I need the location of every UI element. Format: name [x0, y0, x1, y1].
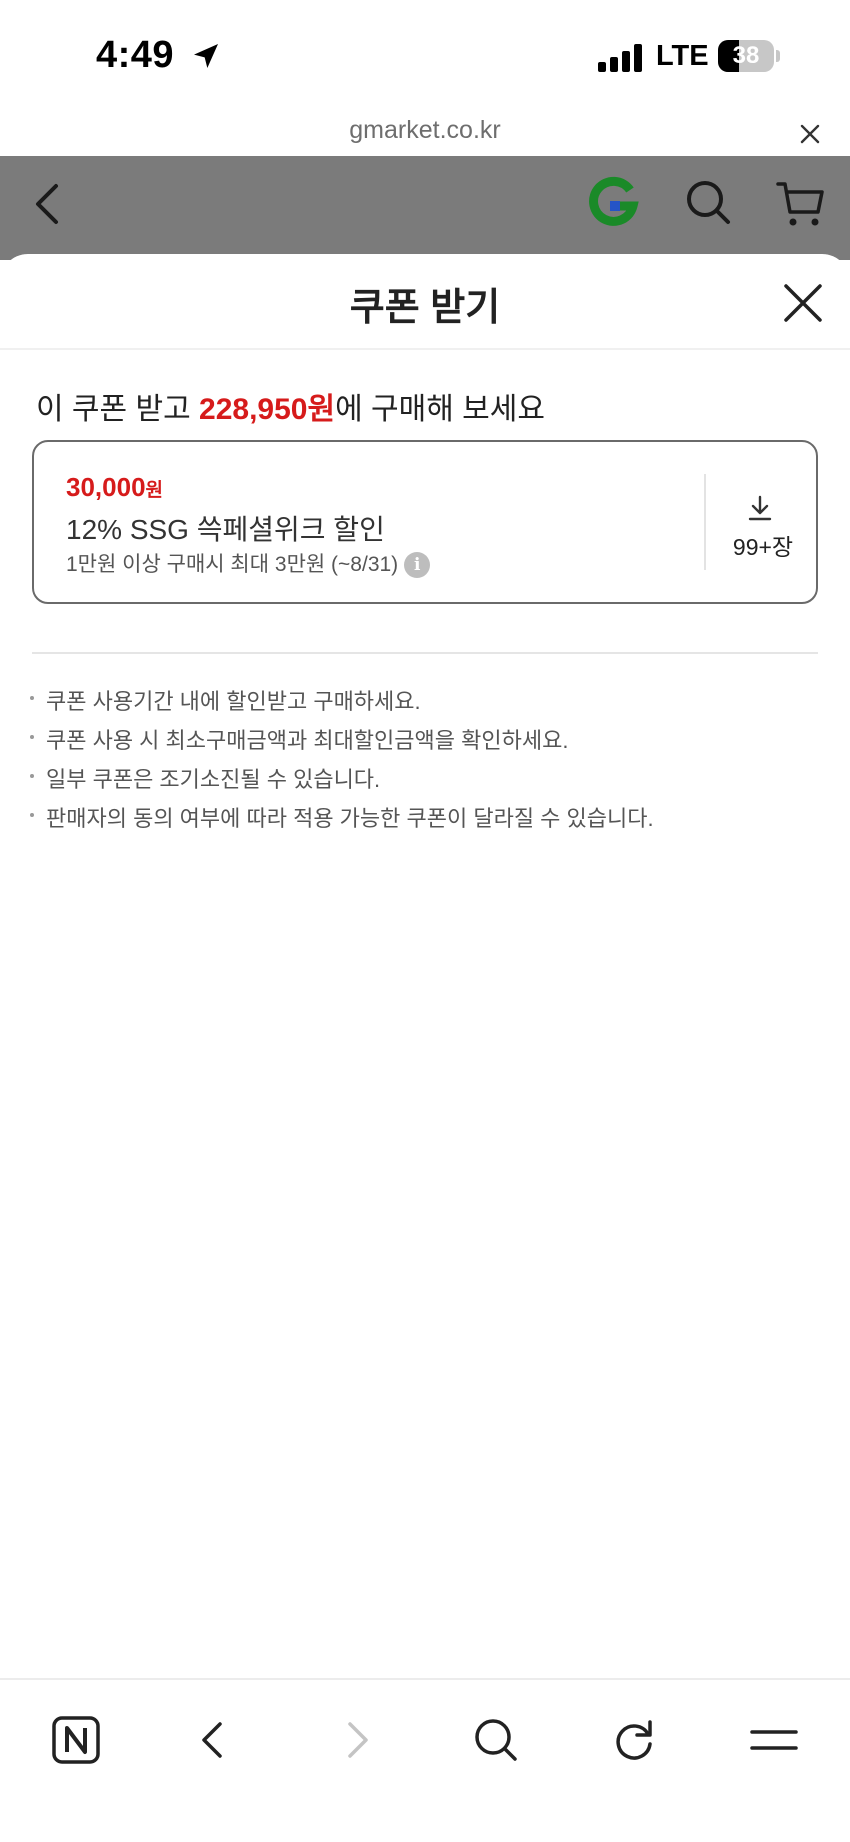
- search-icon[interactable]: [684, 178, 732, 226]
- reload-icon[interactable]: [604, 1710, 664, 1770]
- notice-item: 쿠폰 사용기간 내에 할인받고 구매하세요.: [30, 684, 820, 723]
- status-bar: 4:49 LTE 38: [0, 0, 850, 104]
- notice-item: 쿠폰 사용 시 최소구매금액과 최대할인금액을 확인하세요.: [30, 723, 820, 762]
- promo-message: 이 쿠폰 받고 228,950원에 구매해 보세요: [36, 384, 545, 428]
- coupon-condition-text: 1만원 이상 구매시 최대 3만원 (~8/31): [66, 553, 399, 576]
- coupon-name: 12% SSG 쓱페셜위크 할인: [66, 514, 385, 545]
- notice-item: 일부 쿠폰은 조기소진될 수 있습니다.: [30, 762, 820, 801]
- cart-icon[interactable]: [774, 178, 826, 230]
- menu-icon[interactable]: [744, 1710, 804, 1770]
- promo-suffix: 에 구매해 보세요: [335, 393, 545, 426]
- network-type: LTE: [656, 40, 709, 72]
- sheet-header: 쿠폰 받기: [0, 254, 850, 350]
- cellular-signal-icon: [598, 44, 644, 72]
- coupon-divider: [704, 474, 706, 570]
- section-divider: [32, 652, 818, 654]
- back-arrow-icon[interactable]: [184, 1710, 244, 1770]
- bullet-dot: [30, 774, 34, 778]
- browser-toolbar: [0, 1678, 850, 1842]
- notice-text: 쿠폰 사용기간 내에 할인받고 구매하세요.: [46, 689, 421, 714]
- notice-text: 일부 쿠폰은 조기소진될 수 있습니다.: [46, 767, 381, 792]
- search-icon[interactable]: [466, 1710, 526, 1770]
- promo-prefix: 이 쿠폰 받고: [36, 393, 200, 426]
- battery-icon: 38: [718, 40, 774, 72]
- site-header: [0, 156, 850, 260]
- url-bar[interactable]: gmarket.co.kr: [0, 104, 850, 156]
- naver-home-icon[interactable]: [46, 1710, 106, 1770]
- battery-tip: [776, 50, 780, 62]
- close-icon[interactable]: [782, 282, 824, 324]
- download-icon: [748, 495, 772, 521]
- notice-item: 판매자의 동의 여부에 따라 적용 가능한 쿠폰이 달라질 수 있습니다.: [30, 801, 820, 840]
- coupon-amount: 30,000원: [66, 472, 163, 503]
- coupon-download-button[interactable]: 99+장: [708, 442, 818, 602]
- coupon-card[interactable]: 30,000원 12% SSG 쓱페셜위크 할인 1만원 이상 구매시 최대 3…: [32, 440, 818, 604]
- battery-level: 38: [732, 42, 760, 69]
- notice-text: 판매자의 동의 여부에 따라 적용 가능한 쿠폰이 달라질 수 있습니다.: [46, 806, 654, 831]
- info-icon[interactable]: i: [404, 552, 431, 579]
- url-text[interactable]: gmarket.co.kr: [0, 116, 850, 145]
- promo-price: 228,950원: [199, 393, 336, 426]
- notice-list: 쿠폰 사용기간 내에 할인받고 구매하세요. 쿠폰 사용 시 최소구매금액과 최…: [30, 684, 820, 840]
- bullet-dot: [30, 813, 34, 817]
- bullet-dot: [30, 735, 34, 739]
- status-time: 4:49: [96, 34, 175, 76]
- coupon-sheet: 쿠폰 받기 이 쿠폰 받고 228,950원에 구매해 보세요 30,000원 …: [0, 254, 850, 1678]
- coupon-condition: 1만원 이상 구매시 최대 3만원 (~8/31) i: [66, 548, 431, 579]
- coupon-amount-value: 30,000: [66, 472, 146, 502]
- download-count: 99+장: [732, 534, 794, 560]
- page: 4:49 LTE 38 gmarket.co.kr 쿠폰 받기 이 쿠폰 받고 …: [0, 0, 850, 1842]
- gmarket-logo-icon[interactable]: [586, 176, 640, 230]
- sheet-title: 쿠폰 받기: [349, 287, 501, 329]
- back-icon[interactable]: [30, 180, 66, 228]
- coupon-amount-unit: 원: [145, 480, 164, 501]
- close-icon[interactable]: [798, 122, 822, 146]
- notice-text: 쿠폰 사용 시 최소구매금액과 최대할인금액을 확인하세요.: [46, 728, 569, 753]
- location-arrow-icon: [194, 44, 218, 68]
- bullet-dot: [30, 696, 34, 700]
- forward-arrow-icon[interactable]: [326, 1710, 386, 1770]
